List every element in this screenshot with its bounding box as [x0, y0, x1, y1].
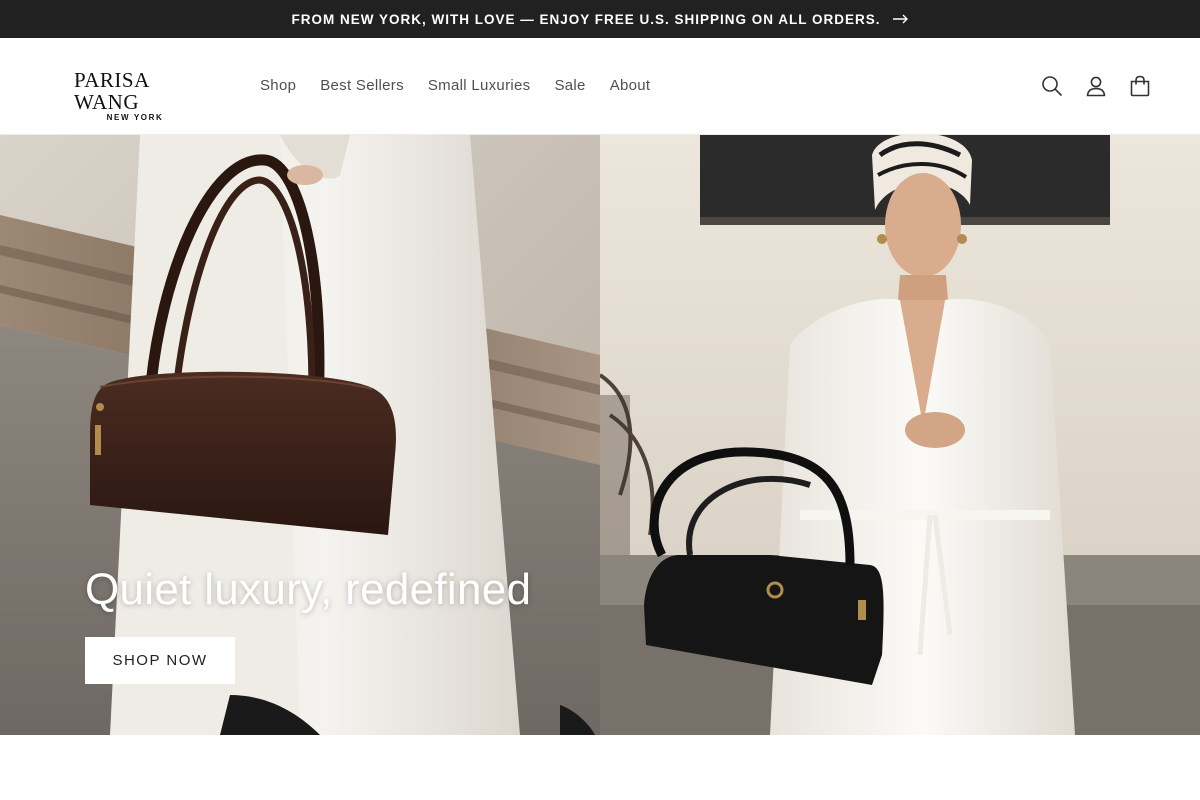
announcement-link[interactable]: FROM NEW YORK, WITH LOVE — ENJOY FREE U.…	[291, 12, 908, 27]
hero-banner: Quiet luxury, redefined SHOP NOW	[0, 135, 1200, 735]
logo-main-text: PARISA WANG	[74, 68, 149, 114]
brand-logo[interactable]: PARISA WANG NEW YORK	[74, 69, 200, 122]
nav-item-about[interactable]: About	[598, 73, 663, 98]
nav-item-best-sellers[interactable]: Best Sellers	[308, 73, 416, 98]
cart-button[interactable]	[1118, 67, 1162, 105]
hero-image-right	[600, 135, 1200, 735]
nav-item-small-luxuries[interactable]: Small Luxuries	[416, 73, 543, 98]
arrow-right-icon	[892, 14, 909, 24]
main-nav: Shop Best Sellers Small Luxuries Sale Ab…	[248, 73, 662, 98]
search-icon	[1041, 75, 1063, 97]
site-header: PARISA WANG NEW YORK Shop Best Sellers S…	[0, 38, 1200, 135]
cart-icon	[1129, 75, 1151, 97]
account-icon	[1086, 75, 1106, 97]
account-button[interactable]	[1074, 67, 1118, 105]
announcement-bar: FROM NEW YORK, WITH LOVE — ENJOY FREE U.…	[0, 0, 1200, 38]
shop-now-button[interactable]: SHOP NOW	[85, 637, 235, 684]
nav-item-sale[interactable]: Sale	[542, 73, 597, 98]
nav-item-shop[interactable]: Shop	[248, 73, 308, 98]
hero-content: Quiet luxury, redefined SHOP NOW	[85, 565, 531, 684]
hero-title: Quiet luxury, redefined	[85, 565, 532, 614]
search-button[interactable]	[1030, 67, 1074, 105]
header-icons	[1030, 67, 1162, 105]
logo-sub-text: NEW YORK	[106, 113, 164, 122]
announcement-text: FROM NEW YORK, WITH LOVE — ENJOY FREE U.…	[291, 11, 881, 27]
